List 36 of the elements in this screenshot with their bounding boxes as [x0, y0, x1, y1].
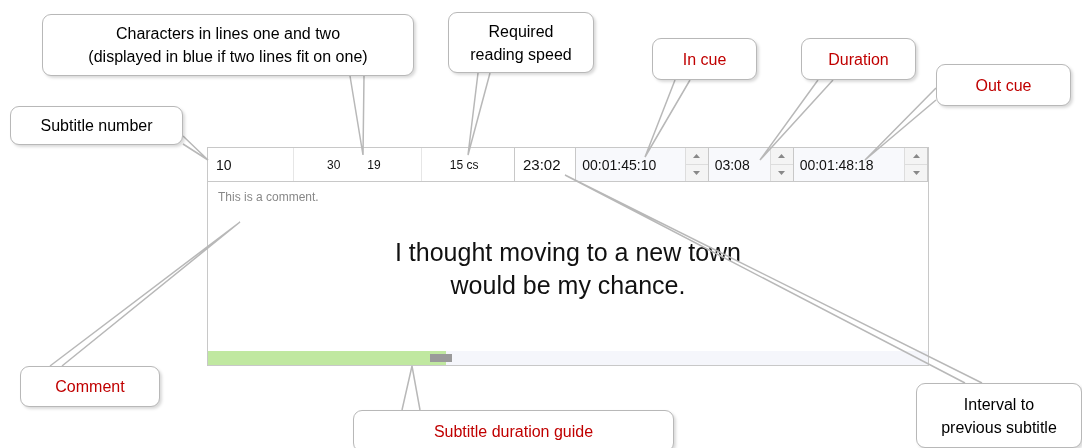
callout-text: Subtitle duration guide	[433, 421, 594, 442]
up-arrow-icon	[693, 154, 701, 158]
increment-button[interactable]	[685, 148, 708, 164]
comment-text: This is a comment.	[218, 190, 319, 204]
callout-text: Interval to	[963, 394, 1035, 415]
in-cue-field[interactable]: 00:01:45:10	[576, 148, 685, 181]
callout-text: Duration	[828, 49, 889, 70]
callout-text: In cue	[682, 49, 727, 70]
interval-value: 23:02	[522, 156, 561, 173]
subtitle-line: would be my chance.	[450, 269, 686, 301]
callout-text: Characters in lines one and two	[115, 24, 341, 44]
duration-guide-handle[interactable]	[429, 354, 452, 362]
increment-button[interactable]	[770, 148, 793, 164]
down-arrow-icon	[912, 171, 920, 175]
callout-text: Comment	[55, 377, 125, 397]
out-cue-field[interactable]: 00:01:48:18	[793, 148, 905, 181]
callout-text: (displayed in blue if two lines fit on one)	[88, 47, 368, 67]
increment-button[interactable]	[905, 148, 927, 164]
up-arrow-icon	[912, 154, 920, 158]
duration-field[interactable]: 03:08	[708, 148, 770, 181]
callout-text: Required	[488, 21, 554, 42]
line-two-characters: 19	[367, 157, 381, 172]
decrement-button[interactable]	[685, 164, 708, 181]
down-arrow-icon	[778, 171, 786, 175]
down-arrow-icon	[693, 171, 701, 175]
decrement-button[interactable]	[770, 164, 793, 181]
subtitle-number: 10	[216, 156, 232, 173]
reading-speed: 15 cs	[449, 157, 479, 172]
up-arrow-icon	[778, 154, 786, 158]
decrement-button[interactable]	[905, 164, 927, 181]
callout-text: reading speed	[470, 44, 572, 65]
callout-text: Subtitle number	[40, 116, 153, 136]
callout-text: previous subtitle	[941, 417, 1057, 438]
callout-text: Out cue	[975, 75, 1032, 96]
subtitle-line: I thought moving to a new town	[394, 236, 741, 268]
line-one-characters: 30	[327, 157, 341, 172]
